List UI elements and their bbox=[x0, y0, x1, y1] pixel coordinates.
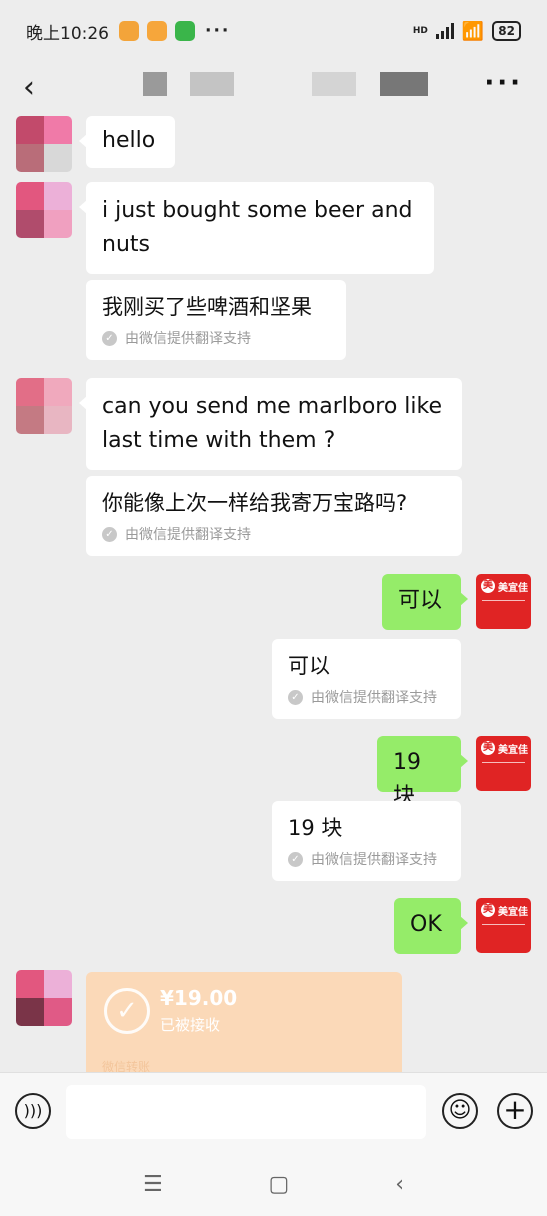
outgoing-message[interactable]: OK bbox=[394, 898, 468, 954]
system-back-icon[interactable]: ‹ bbox=[395, 1172, 404, 1197]
more-options-button[interactable]: ··· bbox=[484, 62, 523, 112]
voice-input-button[interactable]: ))) bbox=[15, 1093, 51, 1129]
translation-text: 我刚买了些啤酒和坚果 bbox=[102, 295, 312, 319]
brand-logo-icon: 美 bbox=[481, 741, 495, 755]
battery-icon: 82 bbox=[492, 21, 521, 41]
status-time: 晚上10:26 bbox=[26, 23, 109, 44]
message-text: OK bbox=[410, 912, 442, 937]
translation-text: 你能像上次一样给我寄万宝路吗? bbox=[102, 491, 408, 515]
contact-avatar[interactable] bbox=[16, 378, 72, 434]
translation-card[interactable]: 我刚买了些啤酒和坚果 ✓ 由微信提供翻译支持 bbox=[86, 280, 346, 360]
translation-text: 19 块 bbox=[288, 816, 343, 840]
message-input[interactable] bbox=[66, 1085, 426, 1139]
outgoing-message[interactable]: 19 块 bbox=[377, 736, 468, 809]
app-notification-icon bbox=[175, 21, 195, 41]
transfer-status: 已被接收 bbox=[160, 1016, 221, 1034]
incoming-message[interactable]: i just bought some beer and nuts bbox=[79, 182, 434, 274]
back-chevron-icon: ‹ bbox=[23, 69, 35, 105]
check-icon: ✓ bbox=[102, 330, 117, 346]
check-icon: ✓ bbox=[288, 689, 303, 705]
translation-text: 可以 bbox=[288, 654, 330, 678]
translation-source-label: 由微信提供翻译支持 bbox=[125, 527, 251, 543]
status-bar: 晚上10:26 ··· HD 📶 82 bbox=[0, 0, 547, 62]
brand-logo-icon: 美 bbox=[481, 903, 495, 917]
incoming-message[interactable]: hello bbox=[79, 116, 175, 168]
message-text: hello bbox=[102, 128, 156, 153]
voice-icon: ))) bbox=[23, 1101, 43, 1120]
wifi-icon: 📶 bbox=[461, 20, 485, 42]
more-functions-button[interactable]: + bbox=[497, 1093, 533, 1129]
translation-source: ✓ 由微信提供翻译支持 bbox=[288, 849, 445, 869]
translation-card[interactable]: 你能像上次一样给我寄万宝路吗? ✓ 由微信提供翻译支持 bbox=[86, 476, 462, 556]
message-text: i just bought some beer and nuts bbox=[102, 198, 413, 257]
message-text: can you send me marlboro like last time … bbox=[102, 394, 443, 453]
redacted-contact-name bbox=[380, 72, 428, 96]
system-navigation-bar: ☰ ▢ ‹ bbox=[0, 1152, 547, 1216]
hd-label: HD bbox=[412, 26, 428, 36]
brand-logo-icon: 美 bbox=[481, 579, 495, 593]
my-avatar[interactable]: 美 美宜佳 bbox=[476, 736, 531, 791]
translation-source-label: 由微信提供翻译支持 bbox=[125, 331, 251, 347]
translation-source-label: 由微信提供翻译支持 bbox=[311, 690, 437, 706]
money-transfer-card[interactable]: ✓ ¥19.00 已被接收 微信转账 bbox=[86, 972, 402, 1072]
app-notification-icon bbox=[119, 21, 139, 41]
home-icon[interactable]: ▢ bbox=[269, 1172, 290, 1197]
transfer-footer: 微信转账 bbox=[102, 1060, 151, 1072]
translation-source: ✓ 由微信提供翻译支持 bbox=[288, 687, 445, 707]
check-circle-icon: ✓ bbox=[104, 988, 150, 1034]
app-notification-icon bbox=[147, 21, 167, 41]
translation-card[interactable]: 可以 ✓ 由微信提供翻译支持 bbox=[272, 639, 461, 719]
translation-card[interactable]: 19 块 ✓ 由微信提供翻译支持 bbox=[272, 801, 461, 881]
more-notifications-icon: ··· bbox=[205, 21, 231, 41]
transfer-amount: ¥19.00 bbox=[160, 986, 238, 1010]
contact-avatar[interactable] bbox=[16, 116, 72, 172]
smiley-icon: ☺ bbox=[448, 1098, 472, 1123]
brand-name: 美宜佳 bbox=[498, 583, 528, 594]
check-icon: ✓ bbox=[288, 851, 303, 867]
incoming-message[interactable]: can you send me marlboro like last time … bbox=[79, 378, 462, 470]
back-button[interactable]: ‹ bbox=[4, 62, 54, 112]
redacted-contact-name bbox=[312, 72, 356, 96]
brand-name: 美宜佳 bbox=[498, 907, 528, 918]
brand-name: 美宜佳 bbox=[498, 745, 528, 756]
redacted-contact-name bbox=[143, 72, 167, 96]
redacted-contact-name bbox=[190, 72, 234, 96]
contact-avatar[interactable] bbox=[16, 970, 72, 1026]
chat-area[interactable]: hello i just bought some beer and nuts 我… bbox=[0, 112, 547, 1072]
chat-header: ‹ bbox=[0, 62, 547, 112]
translation-source: ✓ 由微信提供翻译支持 bbox=[102, 328, 330, 348]
emoji-button[interactable]: ☺ bbox=[442, 1093, 478, 1129]
message-text: 可以 bbox=[398, 588, 443, 613]
menu-icon[interactable]: ☰ bbox=[143, 1172, 163, 1197]
translation-source: ✓ 由微信提供翻译支持 bbox=[102, 524, 446, 544]
my-avatar[interactable]: 美 美宜佳 bbox=[476, 898, 531, 953]
check-icon: ✓ bbox=[102, 526, 117, 542]
contact-avatar[interactable] bbox=[16, 182, 72, 238]
plus-icon: + bbox=[503, 1093, 527, 1126]
message-input-bar: ))) ☺ + bbox=[0, 1072, 547, 1152]
signal-icon bbox=[435, 23, 454, 39]
my-avatar[interactable]: 美 美宜佳 bbox=[476, 574, 531, 629]
translation-source-label: 由微信提供翻译支持 bbox=[311, 852, 437, 868]
outgoing-message[interactable]: 可以 bbox=[382, 574, 468, 630]
